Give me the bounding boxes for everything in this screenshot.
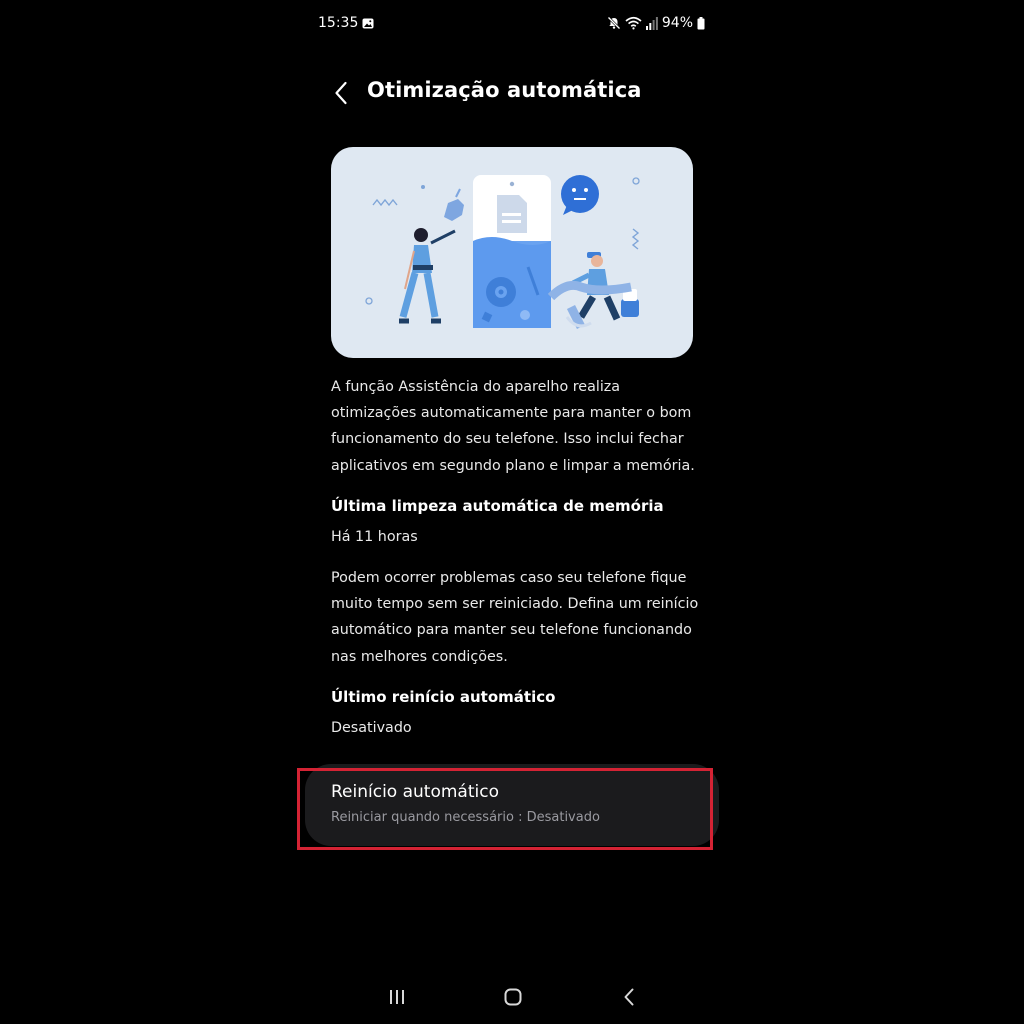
page-title: Otimização automática — [367, 78, 642, 102]
recents-icon — [390, 990, 404, 1004]
wifi-icon — [625, 16, 642, 30]
last-memory-clean-value: Há 11 horas — [331, 529, 418, 545]
last-restart-value-row: Desativado — [331, 720, 701, 736]
signal-icon — [645, 16, 658, 30]
nav-back-icon — [624, 988, 634, 1006]
navigation-bar — [305, 976, 719, 1018]
status-time: 15:35 — [318, 15, 359, 31]
last-memory-clean-label: Última limpeza automática de memória — [331, 497, 664, 515]
description-text: A função Assistência do aparelho realiza… — [331, 379, 695, 474]
last-restart-section: Último reinício automático — [331, 688, 701, 706]
recents-button[interactable] — [377, 984, 417, 1010]
battery-percent: 94% — [661, 15, 693, 31]
last-restart-value: Desativado — [331, 720, 412, 736]
back-arrow-icon — [335, 81, 347, 105]
back-button[interactable] — [327, 76, 355, 110]
highlight-box — [297, 768, 713, 850]
last-memory-clean-value-row: Há 11 horas — [331, 529, 701, 545]
last-restart-label: Último reinício automático — [331, 688, 556, 706]
gallery-icon — [362, 18, 374, 29]
status-bar: 15:35 94% — [305, 10, 719, 38]
app-header: Otimização automática — [305, 72, 719, 114]
status-icons: 94% — [607, 15, 705, 31]
home-button[interactable] — [493, 984, 533, 1010]
nav-back-button[interactable] — [609, 984, 649, 1010]
phone-screen: 15:35 94% Otimização automática A função… — [297, 0, 719, 1024]
home-icon — [504, 988, 522, 1006]
restart-description-block: Podem ocorrer problemas caso seu telefon… — [331, 565, 701, 670]
battery-icon — [697, 16, 705, 29]
optimization-illustration — [331, 147, 693, 358]
mute-icon — [607, 16, 621, 30]
illustration-graphic — [365, 175, 640, 330]
last-memory-clean-section: Última limpeza automática de memória — [331, 497, 701, 515]
description-block: A função Assistência do aparelho realiza… — [331, 374, 701, 479]
restart-description-text: Podem ocorrer problemas caso seu telefon… — [331, 570, 699, 665]
